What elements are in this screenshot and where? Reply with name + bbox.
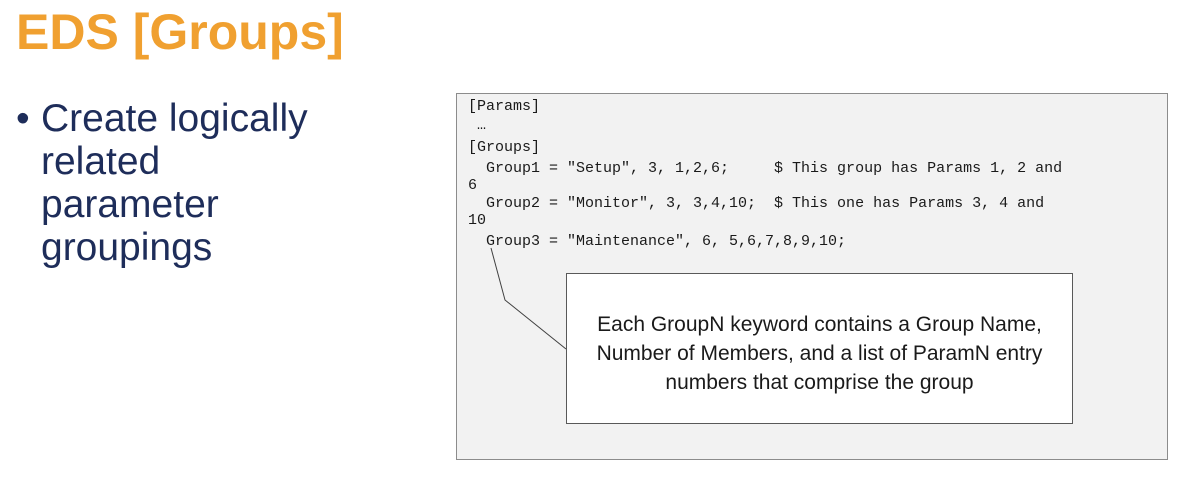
callout-text: Each GroupN keyword contains a Group Nam… [596, 313, 1043, 394]
code-line: Group1 = "Setup", 3, 1,2,6; $ This group… [468, 160, 1063, 177]
bullet-dot-icon: • [16, 97, 30, 140]
bullet-list: • Create logically related parameter gro… [16, 97, 356, 269]
slide-title: EDS [Groups] [16, 4, 344, 60]
bullet-item: • Create logically related parameter gro… [16, 97, 356, 269]
code-line: 10 [468, 212, 487, 229]
code-line: [Params] [468, 98, 541, 115]
code-line: [Groups] [468, 139, 541, 156]
code-line: 6 [468, 177, 478, 194]
bullet-text: Create logically related parameter group… [41, 97, 308, 269]
code-line: Group2 = "Monitor", 3, 3,4,10; $ This on… [468, 195, 1045, 212]
callout-box: Each GroupN keyword contains a Group Nam… [566, 273, 1073, 424]
code-line: … [468, 117, 487, 134]
code-line: Group3 = "Maintenance", 6, 5,6,7,8,9,10; [468, 233, 847, 250]
